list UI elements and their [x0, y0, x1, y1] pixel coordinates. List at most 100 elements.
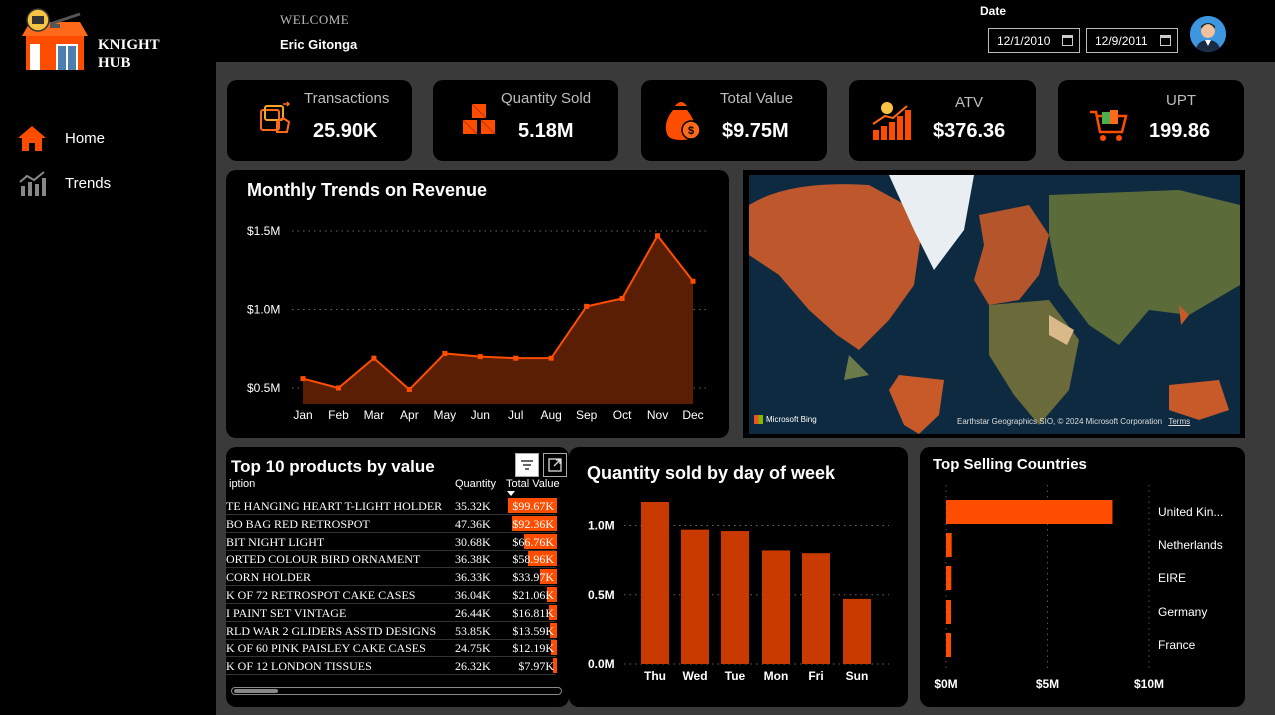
product-total-value: $58.96K	[512, 552, 554, 567]
product-quantity: 53.85K	[455, 623, 491, 638]
kpi-card-quantity-sold[interactable]: Quantity Sold 5.18M	[433, 80, 618, 161]
x-tick-label: Nov	[647, 408, 668, 422]
date-end-value: 12/9/2011	[1095, 33, 1148, 48]
table-row[interactable]: CORN HOLDER 36.33K $33.97K	[226, 568, 557, 587]
x-tick-label: Mar	[364, 408, 385, 422]
dow-bar	[802, 553, 830, 664]
country-label: United Kin...	[1158, 505, 1223, 519]
country-label: Germany	[1158, 605, 1207, 619]
product-quantity: 26.44K	[455, 605, 491, 620]
revenue-chart-card: Monthly Trends on Revenue $0.5M $1.0M $1.5…	[226, 170, 729, 438]
brand-name: KNIGHT HUB	[98, 36, 160, 72]
brand-line1: KNIGHT	[98, 37, 160, 53]
country-bar	[946, 633, 951, 657]
x-tick-label: Sep	[576, 408, 598, 422]
table-row[interactable]: BO BAG RED RETROSPOT 47.36K $92.36K	[226, 515, 557, 533]
map-terms-link[interactable]: Terms	[1168, 417, 1190, 426]
table-row[interactable]: BIT NIGHT LIGHT 30.68K $66.76K	[226, 533, 557, 551]
calendar-icon[interactable]	[1062, 35, 1073, 46]
microsoft-logo-icon	[754, 415, 763, 424]
kpi-value: 25.90K	[313, 120, 378, 142]
dow-bar	[762, 550, 790, 664]
table-row[interactable]: K OF 12 LONDON TISSUES 26.32K $7.97K	[226, 657, 557, 676]
horizontal-scrollbar[interactable]	[231, 687, 562, 695]
table-row[interactable]: TE HANGING HEART T-LIGHT HOLDER 35.32K $99…	[226, 497, 557, 515]
table-row[interactable]: I PAINT SET VINTAGE 26.44K $16.81K	[226, 604, 557, 622]
kpi-title: ATV	[955, 94, 984, 111]
products-table-body: TE HANGING HEART T-LIGHT HOLDER 35.32K $99…	[226, 497, 569, 677]
y-tick-label: $1.0M	[247, 303, 280, 317]
shopping-cart-icon	[1090, 110, 1128, 141]
nav-item-trends[interactable]: Trends	[16, 168, 111, 198]
table-row[interactable]: K OF 60 PINK PAISLEY CAKE CASES 24.75K $12…	[226, 639, 557, 658]
product-quantity: 26.32K	[455, 659, 491, 674]
revenue-point	[477, 354, 483, 360]
product-total-value: $92.36K	[512, 516, 554, 531]
x-tick-label: Dec	[682, 408, 703, 422]
kpi-value: 5.18M	[518, 120, 574, 142]
nav-item-home[interactable]: Home	[16, 123, 105, 153]
revenue-area	[303, 235, 693, 404]
kpi-card-upt[interactable]: UPT 199.86	[1058, 80, 1244, 161]
kpi-card-transactions[interactable]: Transactions 25.90K	[227, 80, 412, 161]
revenue-point	[690, 278, 696, 284]
table-row[interactable]: RLD WAR 2 GLIDERS ASSTD DESIGNS 53.85K $13…	[226, 622, 557, 640]
date-end-input[interactable]: 12/9/2011	[1086, 28, 1178, 53]
world-map	[749, 175, 1240, 434]
kpi-card-total-value[interactable]: $ Total Value $9.75M	[641, 80, 827, 161]
country-label: EIRE	[1158, 571, 1186, 585]
avatar[interactable]	[1190, 16, 1226, 52]
country-label: France	[1158, 638, 1196, 652]
y-tick-label: 0.5M	[588, 588, 615, 602]
calendar-icon[interactable]	[1160, 35, 1171, 46]
product-total-value: $7.97K	[518, 659, 554, 674]
dow-bar	[843, 598, 871, 664]
product-description: BO BAG RED RETROSPOT	[226, 516, 370, 531]
product-description: I PAINT SET VINTAGE	[226, 605, 347, 620]
product-quantity: 30.68K	[455, 534, 491, 549]
country-bar	[946, 500, 1113, 524]
sales-map[interactable]: Microsoft Bing Earthstar Geographics SIO…	[749, 175, 1240, 434]
date-start-input[interactable]: 12/1/2010	[988, 28, 1080, 53]
country-label: Netherlands	[1158, 538, 1223, 552]
kpi-title: Transactions	[304, 90, 390, 107]
kpi-value: $9.75M	[722, 120, 789, 142]
revenue-point	[442, 350, 448, 356]
x-tick-label: Aug	[541, 408, 562, 422]
x-tick-label: $5M	[1036, 677, 1059, 691]
knight-hub-logo	[22, 8, 88, 70]
table-row[interactable]: K OF 72 RETROSPOT CAKE CASES 36.04K $21.06…	[226, 586, 557, 604]
x-tick-label: $10M	[1134, 677, 1164, 691]
revenue-point	[371, 355, 377, 361]
svg-text:$: $	[688, 125, 694, 137]
product-quantity: 36.38K	[455, 552, 491, 567]
top-products-title: Top 10 products by value	[231, 457, 435, 476]
col-description-header[interactable]: iption	[229, 478, 255, 490]
bing-logo: Microsoft Bing	[754, 415, 817, 424]
x-tick-label: May	[433, 408, 456, 422]
product-description: CORN HOLDER	[226, 570, 312, 585]
product-total-value: $16.81K	[512, 605, 554, 620]
dow-bar	[681, 529, 709, 664]
scrollbar-thumb[interactable]	[234, 689, 278, 693]
y-tick-label: $0.5M	[247, 381, 280, 395]
filter-button[interactable]	[515, 453, 539, 477]
expand-icon	[548, 458, 562, 472]
table-row[interactable]: ORTED COLOUR BIRD ORNAMENT 36.38K $58.96K	[226, 550, 557, 569]
x-tick-label: Wed	[682, 669, 707, 683]
revenue-point	[584, 303, 590, 309]
user-avatar-icon	[1190, 16, 1226, 52]
col-quantity-header[interactable]: Quantity	[455, 478, 496, 490]
date-label: Date	[980, 4, 1007, 18]
col-total-value-header[interactable]: Total Value	[506, 478, 560, 490]
y-tick-label: 0.0M	[588, 657, 615, 671]
product-description: ORTED COLOUR BIRD ORNAMENT	[226, 552, 421, 567]
x-tick-label: Apr	[400, 408, 419, 422]
filter-icon	[521, 460, 533, 470]
focus-mode-button[interactable]	[543, 453, 567, 477]
kpi-value: $376.36	[933, 120, 1006, 142]
kpi-card-atv[interactable]: ATV $376.36	[849, 80, 1036, 161]
product-description: K OF 12 LONDON TISSUES	[226, 659, 372, 674]
sidebar: KNIGHT HUB Home Trends	[0, 0, 216, 715]
product-quantity: 35.32K	[455, 499, 491, 513]
